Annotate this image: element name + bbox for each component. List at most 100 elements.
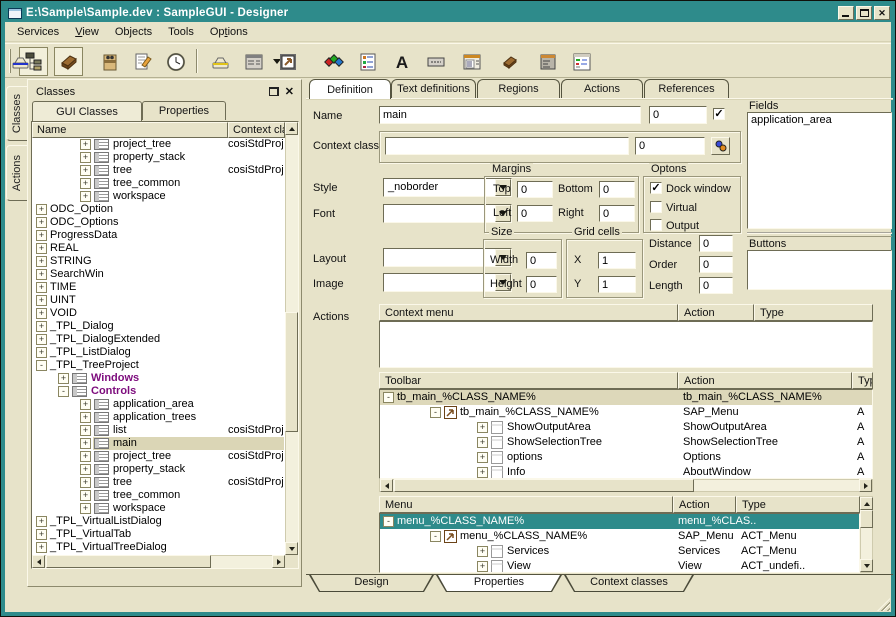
distance-input[interactable] (699, 235, 733, 252)
tree-row[interactable]: +_TPL_VirtualTreeDialog (32, 541, 285, 554)
menu-options[interactable]: Options (202, 24, 256, 40)
expand-toggle[interactable]: + (80, 412, 91, 423)
table-row[interactable]: -menu_%CLASS_NAME%SAP_MenuACT_Menu (380, 529, 859, 544)
tab-regions[interactable]: Regions (477, 79, 560, 98)
expand-toggle[interactable]: + (80, 165, 91, 176)
collapse-toggle[interactable]: - (430, 407, 441, 418)
expand-toggle[interactable]: + (80, 490, 91, 501)
context-menu-column[interactable]: Context menu (379, 304, 678, 321)
list-item[interactable]: application_area (748, 113, 891, 127)
scroll-right-button[interactable] (272, 555, 285, 568)
menu-table-vscrollbar[interactable] (860, 496, 873, 573)
expand-toggle[interactable]: + (36, 256, 47, 267)
expand-toggle[interactable]: + (80, 464, 91, 475)
virtual-checkbox[interactable] (650, 201, 662, 213)
tree-row[interactable]: +application_trees (32, 411, 285, 424)
tree-row[interactable]: +VOID (32, 307, 285, 320)
scroll-thumb[interactable] (46, 555, 211, 568)
scroll-thumb[interactable] (285, 312, 298, 432)
scroll-left-button[interactable] (32, 555, 45, 568)
tree-row[interactable]: +listcosiStdProje (32, 424, 285, 437)
expand-toggle[interactable]: + (80, 503, 91, 514)
tab-text-definitions[interactable]: Text definitions (391, 79, 476, 98)
toolbar-table-hscrollbar[interactable] (379, 479, 873, 492)
menu-view[interactable]: View (67, 24, 107, 40)
expand-toggle[interactable]: + (477, 467, 488, 478)
tree-row[interactable]: +treecosiStdProje (32, 476, 285, 489)
scroll-up-button[interactable] (285, 122, 298, 135)
collapse-toggle[interactable]: - (36, 360, 47, 371)
dock-window-checkbox[interactable] (650, 182, 662, 194)
height-input[interactable] (526, 276, 557, 293)
expand-toggle[interactable]: + (80, 477, 91, 488)
output-checkbox[interactable] (650, 219, 662, 231)
collapse-toggle[interactable]: - (430, 531, 441, 542)
clock-button[interactable] (161, 47, 190, 76)
type-column[interactable]: Type (754, 304, 873, 321)
expand-toggle[interactable]: + (80, 451, 91, 462)
tree-horizontal-scrollbar[interactable] (32, 555, 285, 568)
length-input[interactable] (699, 277, 733, 294)
tab-definition[interactable]: Definition (309, 79, 391, 99)
expand-toggle[interactable]: + (36, 269, 47, 280)
colors-button[interactable] (319, 47, 348, 76)
close-panel-icon[interactable]: ✕ (285, 87, 294, 97)
expand-toggle[interactable]: + (80, 178, 91, 189)
panel-header[interactable]: Classes ✕ (32, 83, 297, 100)
table-row[interactable]: +InfoAboutWindowA (380, 465, 872, 479)
column-name[interactable]: Name (32, 122, 228, 138)
scroll-down-button[interactable] (285, 542, 298, 555)
font-button[interactable]: A (387, 47, 416, 76)
column-context-class[interactable]: Context cla (228, 122, 285, 138)
name-input[interactable] (379, 106, 641, 124)
button-button[interactable] (421, 47, 450, 76)
type-column[interactable]: Type (852, 372, 873, 389)
order-input[interactable] (699, 256, 733, 273)
tree-row[interactable]: +ODC_Options (32, 216, 285, 229)
context-class-input[interactable] (385, 137, 629, 155)
expand-toggle[interactable]: + (80, 152, 91, 163)
tree-row[interactable]: +project_treecosiStdProje (32, 450, 285, 463)
margin-right-input[interactable] (599, 205, 635, 222)
expand-toggle[interactable]: + (36, 243, 47, 254)
margin-left-input[interactable] (517, 205, 553, 222)
tree-row[interactable]: +_TPL_VirtualListDialog (32, 515, 285, 528)
action-column[interactable]: Action (673, 496, 736, 513)
table-row[interactable]: +ServicesServicesACT_Menu (380, 544, 859, 559)
expand-toggle[interactable]: + (80, 191, 91, 202)
expand-toggle[interactable]: + (477, 546, 488, 557)
tab-gui-classes[interactable]: GUI Classes (32, 101, 142, 121)
grid-x-input[interactable] (598, 252, 636, 269)
expand-toggle[interactable]: + (36, 308, 47, 319)
expand-toggle[interactable]: + (36, 204, 47, 215)
toolbar-column[interactable]: Toolbar (379, 372, 678, 389)
expand-toggle[interactable]: + (477, 422, 488, 433)
expand-toggle[interactable]: + (36, 217, 47, 228)
expand-toggle[interactable]: + (58, 373, 69, 384)
menu-column[interactable]: Menu (379, 496, 673, 513)
tree-row[interactable]: +SearchWin (32, 268, 285, 281)
tree-row[interactable]: +Windows (32, 372, 285, 385)
form-window-button[interactable] (239, 47, 268, 76)
list-button[interactable] (353, 47, 382, 76)
bottom-tab-context-classes[interactable]: Context classes (564, 575, 694, 592)
tree-row[interactable]: -Controls (32, 385, 285, 398)
tree-row[interactable]: +STRING (32, 255, 285, 268)
tree-row[interactable]: +project_treecosiStdProje (32, 138, 285, 151)
expand-toggle[interactable]: + (80, 425, 91, 436)
tree-vertical-scrollbar[interactable] (285, 122, 298, 555)
drive-blue-button[interactable] (5, 47, 34, 76)
tab-properties[interactable]: Properties (142, 101, 226, 120)
window-gray-button[interactable] (533, 47, 562, 76)
table-row[interactable]: +ShowSelectionTreeShowSelectionTreeA (380, 435, 872, 450)
image-button[interactable] (273, 47, 302, 76)
fields-list[interactable]: application_area (747, 112, 892, 229)
tree-row[interactable]: +TIME (32, 281, 285, 294)
name-index-input[interactable] (649, 106, 707, 124)
margin-bottom-input[interactable] (599, 181, 635, 198)
expand-toggle[interactable]: + (477, 437, 488, 448)
expand-toggle[interactable]: + (36, 334, 47, 345)
expand-toggle[interactable]: + (36, 529, 47, 540)
tree-row[interactable]: +_TPL_DialogExtended (32, 333, 285, 346)
tree-row[interactable]: +_TPL_Dialog (32, 320, 285, 333)
